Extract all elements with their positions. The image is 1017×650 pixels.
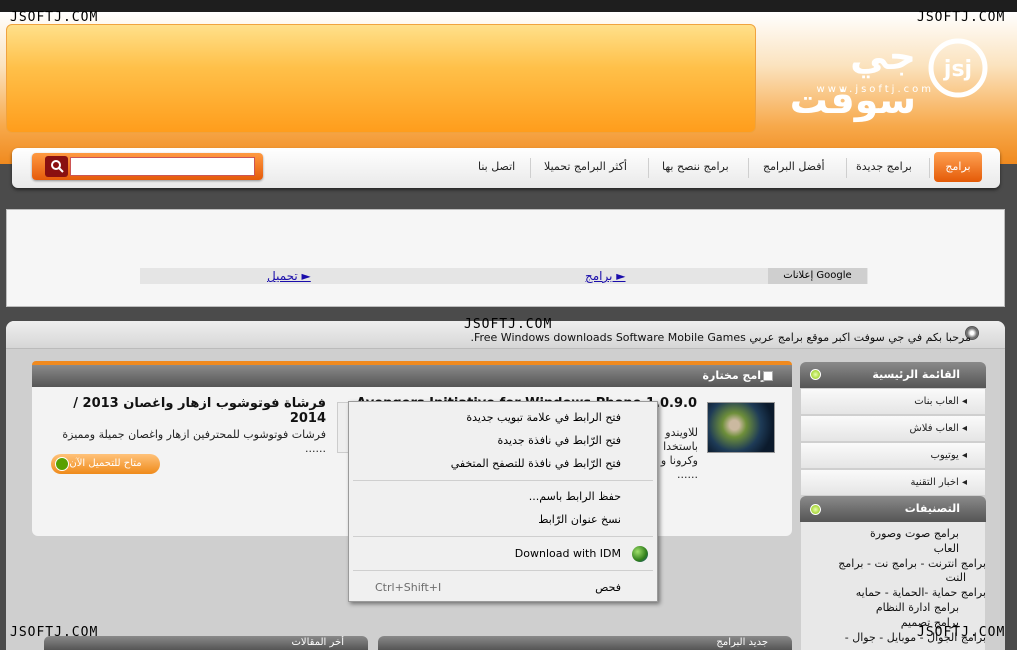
article-desc: فرشات فوتوشوب للمحترفين ازهار واغصان جمي… — [62, 428, 326, 455]
search-input[interactable] — [70, 157, 255, 176]
ctx-copy-link-address[interactable]: نسخ عنوان الرّابط — [349, 509, 657, 531]
main-menu-title: القائمة الرئيسية — [872, 368, 960, 381]
watermark: JSOFTJ.COM — [917, 10, 1006, 25]
logo-emblem-icon: jsj — [928, 38, 988, 98]
article-desc: للاويندو باستخدا وكرونا و ...... — [660, 426, 698, 481]
svg-text:jsj: jsj — [943, 57, 972, 82]
sidebar-item-flash-games[interactable]: ◂ العاب فلاش — [801, 416, 985, 442]
ctx-open-new-window[interactable]: فتح الرّابط في نافذة جديدة — [349, 430, 657, 452]
site-logo[interactable]: jsj جي سوفت www.jsoftj.com — [776, 34, 992, 122]
watermark: JSOFTJ.COM — [10, 625, 99, 640]
category-link[interactable]: برامج انترنت - برامج نت - برامج — [838, 557, 986, 570]
category-link[interactable]: النت — [945, 571, 966, 584]
ctx-open-new-tab[interactable]: فتح الرابط في علامة تبويب جديدة — [349, 407, 657, 429]
ad-link-programs[interactable]: ► برامج — [585, 269, 626, 283]
nav-item-recommended[interactable]: برامج ننصح بها — [662, 160, 729, 173]
nav-item-programs[interactable]: برامج — [934, 152, 982, 182]
watermark: JSOFTJ.COM — [464, 317, 553, 332]
category-link[interactable]: برامج حماية -الحماية - حمايه — [856, 586, 986, 599]
watermark: JSOFTJ.COM — [917, 625, 1006, 640]
menu-divider — [353, 480, 653, 481]
nav-separator — [648, 158, 649, 178]
ad-area — [6, 209, 1005, 307]
green-dot-icon — [810, 504, 821, 515]
shortcut-label: Ctrl+Shift+I — [375, 581, 442, 594]
context-menu: فتح الرابط في علامة تبويب جديدة فتح الرّ… — [348, 401, 658, 602]
ads-label[interactable]: إعلانات Google — [768, 268, 867, 284]
nav-item-new[interactable]: برامج جديدة — [856, 160, 912, 173]
main-menu-header: القائمة الرئيسية — [800, 362, 986, 388]
nav-separator — [530, 158, 531, 178]
checkbox-icon — [763, 371, 773, 381]
nav-item-contact[interactable]: اتصل بنا — [478, 160, 515, 173]
sidebar-item-youtube[interactable]: ◂ يوتيوب — [801, 443, 985, 469]
categories-header: التصنيفات — [800, 496, 986, 522]
ctx-open-incognito[interactable]: فتح الرّابط في نافذة للتصفح المتخفي — [349, 453, 657, 475]
category-link[interactable]: العاب — [934, 542, 959, 555]
sidebar-item-tech-news[interactable]: ◂ اخبار التقنية — [801, 470, 985, 496]
featured-title: برامج مختارة — [702, 369, 773, 382]
ctx-download-with-idm[interactable]: Download with IDM — [349, 543, 657, 565]
top-strip — [0, 0, 1017, 12]
nav-item-best[interactable]: أفضل البرامج — [763, 160, 825, 173]
menu-divider — [353, 570, 653, 571]
watermark: JSOFTJ.COM — [10, 10, 99, 25]
nav-separator — [929, 158, 930, 178]
ctx-inspect[interactable]: فحص Ctrl+Shift+I — [349, 577, 657, 599]
idm-icon — [632, 546, 648, 562]
header-banner-ad[interactable] — [6, 24, 756, 133]
category-link[interactable]: برامج ادارة النظام — [876, 601, 959, 614]
article-thumbnail[interactable] — [707, 402, 775, 453]
logo-url: www.jsoftj.com — [816, 84, 934, 95]
featured-header: برامج مختارة — [32, 365, 792, 387]
sidebar-item-girls-games[interactable]: ◂ العاب بنات — [801, 389, 985, 415]
ad-link-download[interactable]: ► تحميل — [267, 269, 311, 283]
nav-item-most-downloaded[interactable]: أكثر البرامج تحميلا — [544, 160, 627, 173]
download-icon — [55, 457, 69, 471]
green-dot-icon — [810, 369, 821, 380]
nav-separator — [748, 158, 749, 178]
category-link[interactable]: برامج صوت وصورة — [870, 527, 959, 540]
article-title-photoshop[interactable]: فرشاة فوتوشوب ازهار واغصان 2013 / 2014 — [62, 396, 326, 426]
search-icon — [50, 160, 64, 173]
categories-title: التصنيفات — [904, 502, 960, 515]
search-button[interactable] — [45, 156, 68, 177]
welcome-text: مرحبا بكم في جي سوفت اكبر موقع برامج عرب… — [470, 331, 971, 344]
ctx-save-link-as[interactable]: حفظ الرابط باسم... — [349, 486, 657, 508]
menu-divider — [353, 536, 653, 537]
new-programs-header: جديد البرامج — [378, 636, 792, 650]
logo-text: جي سوفت — [789, 34, 916, 122]
nav-separator — [846, 158, 847, 178]
ad-links-bar — [140, 268, 868, 284]
